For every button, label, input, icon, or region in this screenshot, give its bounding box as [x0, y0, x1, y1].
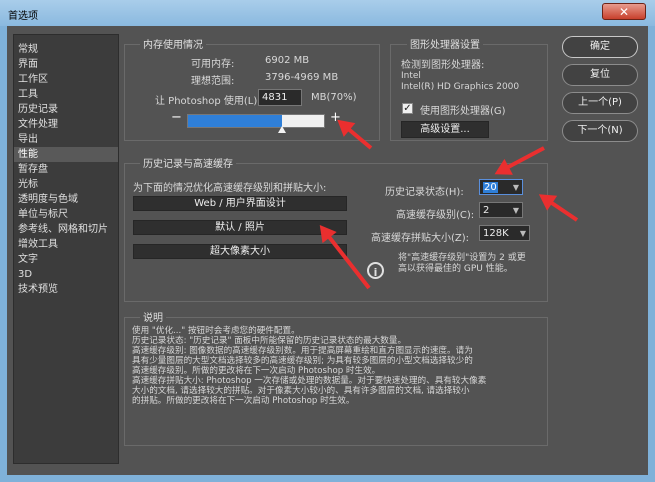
- reset-button[interactable]: 复位: [562, 64, 638, 86]
- sidebar-item-scratch-disks[interactable]: 暂存盘: [14, 162, 118, 177]
- description-line: 的拼贴。所做的更改将在下一次启动 Photoshop 时生效。: [132, 396, 355, 406]
- chevron-down-icon: ▼: [512, 206, 519, 215]
- memory-usage-suffix: MB(70%): [311, 92, 357, 103]
- window-title: 首选项: [8, 11, 38, 22]
- chevron-down-icon: ▼: [519, 229, 526, 238]
- preferences-window: 首选项 ✕ 常规 界面 工作区 工具 历史记录 文件处理 导出 性能 暂存盘 光…: [0, 0, 655, 482]
- sidebar-item-workspace[interactable]: 工作区: [14, 72, 118, 87]
- chevron-down-icon: ▼: [512, 183, 519, 192]
- category-list[interactable]: 常规 界面 工作区 工具 历史记录 文件处理 导出 性能 暂存盘 光标 透明度与…: [13, 34, 119, 464]
- optimize-cache-label: 为下面的情况优化高速缓存级别和拼贴大小:: [133, 183, 327, 194]
- description-line: 高速缓存级别: 图像数据的高速缓存级别数。用于提高屏幕重绘和直方图显示的速度。请…: [132, 346, 473, 356]
- memory-usage-input[interactable]: 4831: [258, 89, 302, 106]
- cache-levels-value: 2: [483, 205, 490, 216]
- sidebar-item-transparency[interactable]: 透明度与色域: [14, 192, 118, 207]
- sidebar-item-guides[interactable]: 参考线、网格和切片: [14, 222, 118, 237]
- sidebar-item-units[interactable]: 单位与标尺: [14, 207, 118, 222]
- description-line: 具有少量图层的大型文档选择较多的高速缓存级别; 为具有较多图层的小型文档选择较少…: [132, 356, 473, 366]
- gpu-settings-title: 图形处理器设置: [407, 36, 483, 51]
- description-line: 使用 "优化..." 按钮时会考虑您的硬件配置。: [132, 326, 300, 336]
- description-line: 高速缓存拼贴大小: Photoshop 一次存储或处理的数据量。对于要快速处理的…: [132, 376, 487, 386]
- ideal-range-label: 理想范围:: [191, 76, 235, 87]
- memory-slider-fill: [188, 115, 282, 127]
- description-line: 高速缓存级别。所做的更改将在下一次启动 Photoshop 时生效。: [132, 366, 381, 376]
- sidebar-item-cursors[interactable]: 光标: [14, 177, 118, 192]
- description-text: 使用 "优化..." 按钮时会考虑您的硬件配置。 历史记录状态: "历史记录" …: [132, 326, 542, 406]
- description-title: 说明: [140, 309, 166, 324]
- sidebar-item-tech-preview[interactable]: 技术预览: [14, 282, 118, 297]
- sidebar-item-general[interactable]: 常规: [14, 42, 118, 57]
- close-button[interactable]: ✕: [602, 3, 646, 20]
- history-states-label: 历史记录状态(H):: [385, 187, 464, 198]
- sidebar-item-export[interactable]: 导出: [14, 132, 118, 147]
- sidebar-item-3d[interactable]: 3D: [14, 267, 118, 282]
- preset-huge-pixel-button[interactable]: 超大像素大小: [133, 244, 347, 259]
- memory-slider-track[interactable]: [187, 114, 325, 128]
- history-cache-title: 历史记录与高速缓存: [140, 155, 236, 170]
- available-ram-label: 可用内存:: [191, 59, 235, 70]
- use-gpu-checkbox[interactable]: ✓: [402, 103, 413, 114]
- available-ram-value: 6902 MB: [265, 55, 310, 66]
- sidebar-item-history[interactable]: 历史记录: [14, 102, 118, 117]
- gpu-model: Intel(R) HD Graphics 2000: [401, 82, 520, 92]
- gpu-vendor: Intel: [401, 71, 421, 81]
- cache-tile-size-select[interactable]: 128K ▼: [479, 225, 530, 241]
- gpu-detected-label: 检测到图形处理器:: [401, 60, 485, 71]
- let-photoshop-use-label: 让 Photoshop 使用(L):: [155, 96, 261, 107]
- sidebar-item-tools[interactable]: 工具: [14, 87, 118, 102]
- cache-hint-line-2: 高以获得最佳的 GPU 性能。: [398, 264, 513, 274]
- sidebar-item-file-handling[interactable]: 文件处理: [14, 117, 118, 132]
- memory-usage-title: 内存使用情况: [140, 36, 206, 51]
- advanced-settings-button[interactable]: 高级设置...: [401, 121, 489, 138]
- ok-button[interactable]: 确定: [562, 36, 638, 58]
- title-bar[interactable]: 首选项 ✕: [0, 0, 655, 26]
- cache-tile-size-label: 高速缓存拼贴大小(Z):: [371, 233, 470, 244]
- memory-slider-thumb[interactable]: [277, 126, 286, 133]
- description-line: 历史记录状态: "历史记录" 面板中所能保留的历史记录状态的最大数量。: [132, 336, 407, 346]
- ideal-range-value: 3796-4969 MB: [265, 72, 339, 83]
- cache-levels-label: 高速缓存级别(C):: [396, 210, 475, 221]
- previous-button[interactable]: 上一个(P): [562, 92, 638, 114]
- history-states-value: 20: [483, 182, 498, 193]
- sidebar-item-performance[interactable]: 性能: [14, 147, 118, 162]
- minus-icon[interactable]: −: [171, 110, 182, 125]
- sidebar-item-plugins[interactable]: 增效工具: [14, 237, 118, 252]
- sidebar-item-interface[interactable]: 界面: [14, 57, 118, 72]
- cache-tile-size-value: 128K: [483, 228, 509, 239]
- sidebar-item-type[interactable]: 文字: [14, 252, 118, 267]
- description-line: 大小的文档, 请选择较大的拼贴。对于像素大小较小的、具有许多图层的文档, 请选择…: [132, 386, 470, 396]
- next-button[interactable]: 下一个(N): [562, 120, 638, 142]
- use-gpu-label: 使用图形处理器(G): [420, 106, 506, 117]
- preset-web-ui-button[interactable]: Web / 用户界面设计: [133, 196, 347, 211]
- dialog-client: 常规 界面 工作区 工具 历史记录 文件处理 导出 性能 暂存盘 光标 透明度与…: [7, 26, 648, 475]
- info-icon: i: [367, 262, 384, 279]
- history-states-select[interactable]: 20 ▼: [479, 179, 523, 195]
- cache-levels-select[interactable]: 2 ▼: [479, 202, 523, 218]
